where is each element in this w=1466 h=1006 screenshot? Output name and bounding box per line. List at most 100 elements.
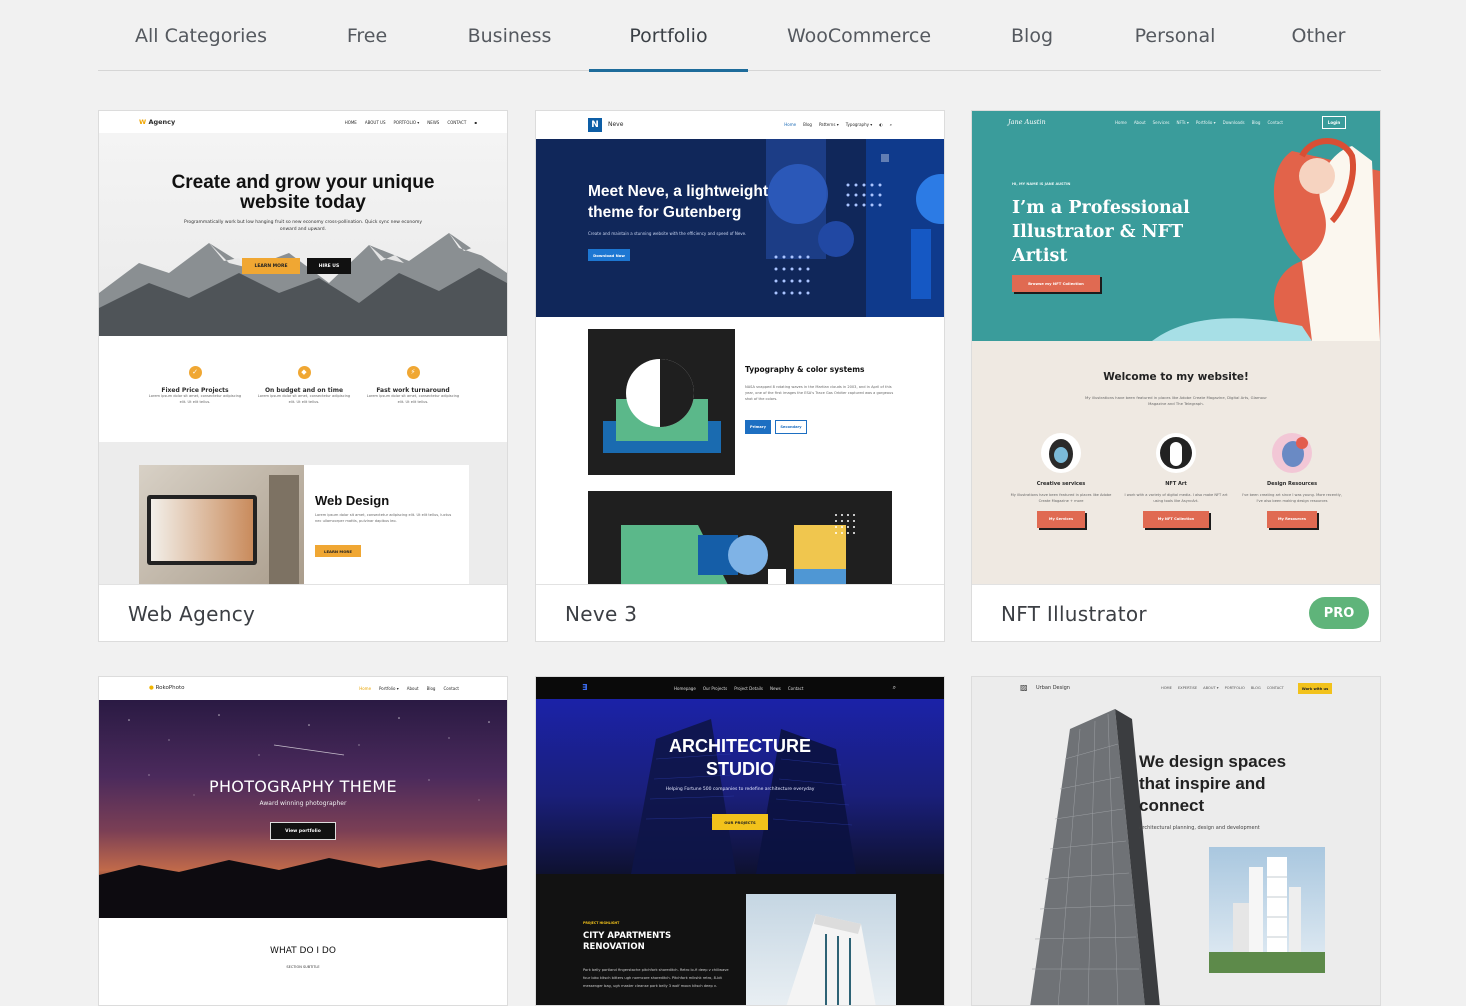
diamond-icon: ◆ [297, 366, 311, 379]
preview-logo: ● RokoPhoto [149, 685, 185, 691]
tab-personal[interactable]: Personal [1094, 0, 1256, 71]
laptop-photo [139, 465, 304, 585]
view-portfolio-button: View portfolio [270, 822, 336, 840]
template-preview: W Agency HOME ABOUT US PORTFOLIO ▾ NEWS … [99, 111, 507, 585]
service-item: NFT Art I work with a variety of digital… [1122, 433, 1230, 528]
hero-subtext: Architectural planning, design and devel… [1139, 825, 1260, 831]
preview-nav-link: Portfolio ▾ [379, 685, 399, 691]
section-text: NASA snapped 8 rotating waves in the Mar… [745, 385, 894, 401]
preview-nav-link: PORTFOLIO [1224, 686, 1245, 690]
template-name: NFT Illustrator [1001, 602, 1147, 626]
hero: Create and grow your unique website toda… [99, 133, 507, 336]
features-section: ✓ Fixed Price Projects Lorem ipsum dolor… [99, 336, 507, 442]
urban-logo-icon: ▨ [1020, 683, 1028, 692]
learn-more-button: LEARN MORE [242, 258, 300, 274]
preview-nav-link: CONTACT [447, 119, 467, 125]
preview-nav-link: NEWS [427, 119, 440, 125]
project-eyebrow: PROJECT HIGHLIGHT [583, 921, 620, 925]
preview-nav-link: Home [359, 685, 372, 691]
section-title: Typography & color systems [745, 365, 865, 374]
preview-logo: W Agency [139, 118, 176, 126]
template-preview: ● RokoPhoto Home Portfolio ▾ About Blog … [99, 677, 507, 1005]
preview-nav-link: EXPERTISE [1177, 686, 1198, 690]
our-projects-button: OUR PROJECTS [712, 814, 768, 830]
work-with-us-button: Work with us [1298, 683, 1332, 694]
primary-button: Primary [745, 420, 771, 434]
hire-us-button: HIRE US [307, 258, 351, 274]
feature-item: ◆ On budget and on time Lorem ipsum dolo… [257, 366, 351, 404]
my-resources-button: My Resources [1267, 510, 1317, 528]
template-preview: N Neve Home Blog Patterns ▾ Typography ▾… [536, 111, 944, 585]
project-text: Pork belly portland fingerstache pitchfo… [583, 968, 729, 988]
project-title: CITY APARTMENTS RENOVATION [583, 931, 672, 952]
hero-headline: ARCHITECTURE STUDIO [669, 736, 811, 779]
template-card-nft-illustrator[interactable]: Jane Austin Home About Services NFTs ▾ P… [971, 110, 1381, 642]
hero: Meet Neve, a lightweight theme for Guten… [536, 139, 944, 317]
check-icon: ✓ [188, 366, 202, 379]
tab-business[interactable]: Business [430, 0, 589, 71]
hero: PHOTOGRAPHY THEME Award winning photogra… [99, 700, 507, 918]
avatar [1156, 433, 1196, 473]
mountain-image [99, 233, 507, 336]
feature-item: ⚡ Fast work turnaround Lorem ipsum dolor… [366, 366, 460, 404]
avatar [1272, 433, 1312, 473]
preview-nav-link: News [770, 686, 781, 691]
preview-logo: Neve [608, 121, 624, 128]
welcome-title: Welcome to my website! [1103, 371, 1249, 383]
preview-nav-link: PORTFOLIO ▾ [393, 119, 420, 125]
preview-nav-link: BLOG [1250, 686, 1261, 690]
template-preview: ▨ Urban Design HOME EXPERTISE ABOUT ▾ PO… [972, 677, 1380, 1005]
service-item: Creative services My illustrations have … [1008, 433, 1114, 528]
welcome-text: My illustrations have been featured in p… [1085, 395, 1267, 407]
secondary-button: Secondary [775, 420, 807, 434]
hero-subtext: Create and maintain a stunning website w… [588, 231, 747, 236]
card-footer: Web Agency [99, 584, 507, 641]
preview-nav-link: CONTACT [1266, 686, 1284, 690]
preview-nav-link: Project Details [734, 686, 764, 691]
tab-all-categories[interactable]: All Categories [98, 0, 304, 71]
tab-free[interactable]: Free [304, 0, 430, 71]
cart-icon: ▪ [474, 119, 477, 125]
search-icon: ⌕ [892, 684, 896, 691]
preview-nav-link: ABOUT ▾ [1203, 686, 1219, 690]
web-design-section: Web Design Lorem ipsum dolor sit amet, c… [99, 442, 507, 585]
preview-nav: ▨ Urban Design HOME EXPERTISE ABOUT ▾ PO… [972, 677, 1380, 699]
download-button: Download Now [588, 249, 630, 261]
template-card-rokophoto[interactable]: ● RokoPhoto Home Portfolio ▾ About Blog … [98, 676, 508, 1006]
preview-nav-link: HOME [1161, 686, 1172, 690]
preview-nav-link: Homepage [674, 686, 696, 691]
hero-headline: I’m a Professional Illustrator & NFT Art… [1012, 198, 1190, 266]
hero-pattern [766, 139, 944, 317]
preview-nav-link: Typography ▾ [845, 122, 873, 127]
preview-nav-link: ABOUT US [364, 119, 386, 125]
tab-other[interactable]: Other [1256, 0, 1381, 71]
section-title: WHAT DO I DO [270, 946, 336, 956]
tab-blog[interactable]: Blog [970, 0, 1094, 71]
preview-logo: Urban Design [1036, 685, 1070, 691]
hero: Jane Austin Home About Services NFTs ▾ P… [972, 111, 1380, 341]
tab-portfolio[interactable]: Portfolio [589, 0, 748, 72]
search-icon: ⌕ [889, 122, 892, 127]
preview-nav-link: Contact [787, 686, 804, 691]
preview-nav-link: HOME [344, 119, 357, 125]
template-name: Neve 3 [565, 602, 638, 626]
template-card-urban-design[interactable]: ▨ Urban Design HOME EXPERTISE ABOUT ▾ PO… [971, 676, 1381, 1006]
night-sky-image [99, 714, 507, 918]
pro-badge: PRO [1309, 597, 1369, 629]
tab-woocommerce[interactable]: WooCommerce [748, 0, 970, 71]
category-tabs: All Categories Free Business Portfolio W… [98, 0, 1381, 72]
hero-headline: We design spaces that inspire and connec… [1139, 752, 1287, 815]
template-preview: Jane Austin Home About Services NFTs ▾ P… [972, 111, 1380, 585]
template-card-neve-3[interactable]: N Neve Home Blog Patterns ▾ Typography ▾… [535, 110, 945, 642]
preview-nav: W Agency HOME ABOUT US PORTFOLIO ▾ NEWS … [99, 111, 507, 133]
my-services-button: My Services [1037, 510, 1085, 528]
card-footer: Neve 3 [536, 584, 944, 641]
preview-nav-link: Patterns ▾ [818, 122, 839, 127]
hero-subtext: Programmatically work but low hanging fr… [183, 220, 423, 233]
template-card-architecture[interactable]: ∃ Homepage Our Projects Project Details … [535, 676, 945, 1006]
browse-nft-button: Browse my NFT Collection [1012, 275, 1100, 292]
hero-headline: Meet Neve, a lightweight theme for Guten… [588, 183, 769, 221]
card-footer: NFT Illustrator PRO [972, 584, 1380, 641]
template-card-web-agency[interactable]: W Agency HOME ABOUT US PORTFOLIO ▾ NEWS … [98, 110, 508, 642]
section-subtitle: SECTION SUBTITLE [286, 965, 320, 969]
